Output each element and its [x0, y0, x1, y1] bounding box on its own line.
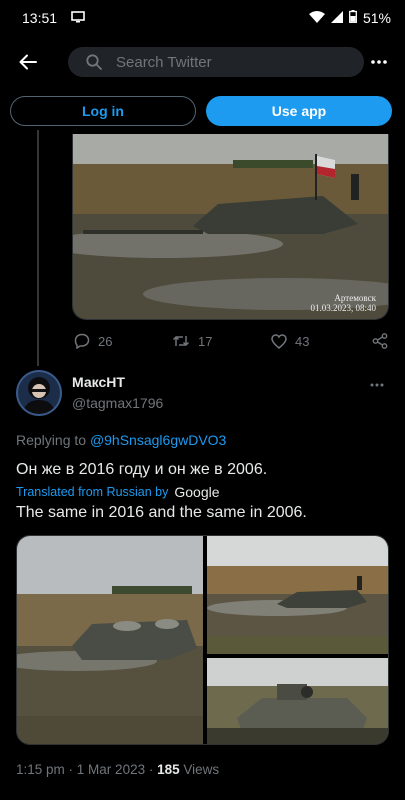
translation-note[interactable]: Translated from Russian by Google — [16, 484, 220, 500]
tweet-text: Он же в 2016 году и он же в 2006. — [16, 461, 268, 478]
more-horizontal-icon — [370, 383, 384, 387]
tweet-meta: 1:15 pm · 1 Mar 2023 · 185 Views — [16, 762, 220, 777]
wifi-icon — [308, 10, 325, 26]
login-banner: Log in Use app — [0, 92, 405, 130]
top-bar: Search Twitter — [0, 36, 405, 88]
tweet-translation: The same in 2016 and the same in 2006. — [16, 504, 307, 521]
reply-icon — [74, 333, 90, 349]
search-placeholder: Search Twitter — [116, 53, 212, 71]
heart-icon — [271, 333, 287, 349]
gallery-photo-2[interactable] — [207, 536, 388, 654]
login-button[interactable]: Log in — [10, 96, 196, 126]
status-bar: 13:51 51% — [0, 0, 405, 36]
tweet-author: МаксНТ @tagmax1796 — [16, 370, 396, 420]
share-icon — [372, 333, 388, 349]
google-logo: Google — [174, 484, 220, 500]
tweet-time[interactable]: 1:15 pm — [16, 762, 65, 777]
search-input[interactable]: Search Twitter — [68, 47, 364, 77]
screen-cast-icon — [71, 10, 85, 26]
views-count: 185 — [157, 762, 180, 777]
reply-count: 26 — [98, 333, 113, 349]
tweet-photo[interactable]: Артемовск 01.03.2023, 08:40 — [72, 134, 389, 320]
photo-caption-date: 01.03.2023, 08:40 — [310, 303, 376, 313]
replying-to: Replying to @9hSnsagl6gwDVO3 — [16, 432, 226, 448]
search-icon — [86, 54, 102, 70]
views-label: Views — [183, 762, 220, 777]
more-horizontal-icon — [371, 60, 387, 64]
gallery-photo-3[interactable] — [207, 658, 388, 744]
status-time: 13:51 — [22, 10, 58, 26]
replying-prefix: Replying to — [16, 432, 87, 448]
avatar[interactable] — [16, 370, 62, 416]
like-button[interactable]: 43 — [271, 334, 309, 349]
reply-button[interactable]: 26 — [74, 333, 112, 349]
translated-label: Translated from Russian by — [16, 485, 169, 499]
use-app-button[interactable]: Use app — [206, 96, 392, 126]
retweet-icon — [172, 336, 190, 346]
battery-icon — [349, 10, 357, 26]
thread-connector — [37, 130, 39, 366]
tweet-more-button[interactable] — [370, 374, 390, 388]
gallery-photo-1[interactable] — [17, 536, 203, 744]
author-handle[interactable]: @tagmax1796 — [72, 395, 163, 411]
retweet-button[interactable]: 17 — [172, 333, 212, 349]
back-button[interactable] — [14, 48, 42, 76]
retweet-count: 17 — [198, 333, 213, 349]
battery-level: 51% — [362, 10, 391, 26]
photo-caption-place: Артемовск — [334, 293, 376, 303]
tweet-date[interactable]: 1 Mar 2023 — [77, 762, 145, 777]
mention-link[interactable]: @9hSnsagl6gwDVO3 — [90, 432, 226, 448]
photo-gallery — [16, 535, 389, 745]
more-options-button[interactable] — [365, 48, 393, 76]
like-count: 43 — [295, 333, 310, 349]
signal-icon — [330, 10, 343, 26]
author-name[interactable]: МаксНТ — [72, 374, 125, 390]
share-button[interactable] — [372, 333, 388, 349]
back-arrow-icon — [19, 54, 37, 70]
tweet-actions: 26 17 43 — [72, 330, 392, 352]
